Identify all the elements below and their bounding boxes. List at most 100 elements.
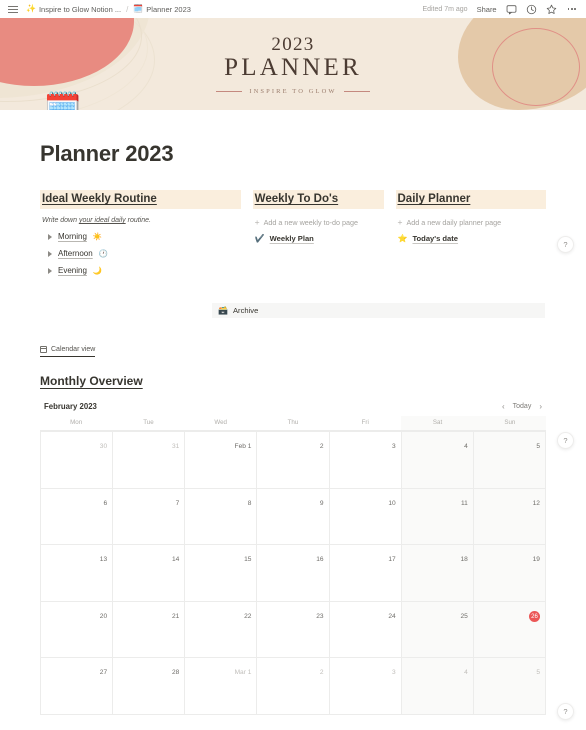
- page-link-label-weekly-plan: Weekly Plan: [269, 234, 314, 243]
- calendar-day-number: 19: [532, 556, 540, 563]
- column-ideal-weekly-routine: Ideal Weekly Routine Write down your ide…: [40, 190, 241, 275]
- help-button[interactable]: ?: [557, 236, 574, 253]
- hamburger-menu-icon[interactable]: [8, 4, 19, 15]
- calendar-day-cell[interactable]: 20: [41, 601, 114, 658]
- chevron-right-icon[interactable]: [48, 233, 52, 240]
- toggle-item-afternoon[interactable]: Afternoon 🕐: [40, 249, 241, 258]
- calendar-day-cell[interactable]: 3: [329, 432, 402, 489]
- calendar-day-cell[interactable]: 15: [185, 545, 258, 602]
- today-button[interactable]: Today: [513, 403, 532, 410]
- calendar-week-row: 27 28 Mar 1 2 3 4 5: [41, 658, 546, 715]
- star-icon[interactable]: [546, 4, 557, 15]
- calendar-day-cell[interactable]: 30: [41, 432, 114, 489]
- plus-icon: +: [254, 217, 260, 228]
- calendar-day-cell[interactable]: 23: [257, 601, 330, 658]
- calendar-day-cell[interactable]: 31: [113, 432, 186, 489]
- help-button[interactable]: ?: [557, 432, 574, 449]
- calendar-day-cell[interactable]: 17: [329, 545, 402, 602]
- chevron-right-icon[interactable]: [48, 267, 52, 274]
- page-emoji-calendar-icon[interactable]: 🗓️: [44, 94, 81, 111]
- routine-subtitle-underlined: your ideal daily: [78, 217, 126, 224]
- calendar-day-cell[interactable]: 11: [401, 488, 474, 545]
- calendar-day-number: 27: [99, 669, 108, 676]
- more-options-icon[interactable]: [566, 6, 578, 12]
- calendar-day-cell[interactable]: 27: [41, 658, 114, 715]
- previous-month-button[interactable]: ‹: [502, 402, 505, 411]
- calendar-day-cell[interactable]: 8: [185, 488, 258, 545]
- calendar-day-cell[interactable]: Mar 1: [185, 658, 258, 715]
- toggle-item-evening[interactable]: Evening 🌙: [40, 266, 241, 275]
- calendar-day-number: 5: [536, 443, 540, 450]
- calendar-day-cell[interactable]: 14: [113, 545, 186, 602]
- share-button[interactable]: Share: [477, 5, 497, 14]
- heading-monthly-overview: Monthly Overview: [40, 374, 143, 388]
- history-icon[interactable]: [526, 4, 537, 15]
- archive-block[interactable]: 🗃️ Archive: [212, 303, 545, 318]
- page-title[interactable]: Planner 2023: [40, 141, 546, 167]
- breadcrumb-item-page[interactable]: 🗓️ Planner 2023: [133, 5, 191, 14]
- calendar-day-number: 20: [99, 612, 108, 620]
- calendar-day-cell[interactable]: 6: [41, 488, 114, 545]
- calendar-day-cell[interactable]: 2: [257, 432, 330, 489]
- heading-daily-planner: Daily Planner: [395, 190, 546, 209]
- page-link-weekly-plan[interactable]: ✔️ Weekly Plan: [253, 234, 384, 243]
- calendar-day-cell[interactable]: 4: [401, 658, 474, 715]
- calendar-day-cell[interactable]: 7: [113, 488, 186, 545]
- file-box-icon: 🗃️: [218, 305, 228, 315]
- next-month-button[interactable]: ›: [539, 402, 542, 411]
- toggle-item-morning[interactable]: Morning ☀️: [40, 232, 241, 241]
- calendar-day-number: Feb 1: [234, 443, 252, 450]
- calendar-day-cell[interactable]: 25: [401, 601, 474, 658]
- calendar-day-cell[interactable]: 21: [113, 601, 186, 658]
- calendar-day-cell[interactable]: 9: [257, 488, 330, 545]
- comment-icon[interactable]: [506, 4, 517, 15]
- calendar-day-number: 2: [319, 669, 324, 676]
- breadcrumb-item-workspace[interactable]: ✨ Inspire to Glow Notion ...: [26, 5, 121, 14]
- calendar-navigation: ‹ Today ›: [502, 402, 542, 411]
- calendar-day-cell[interactable]: 28: [113, 658, 186, 715]
- calendar-day-number: 11: [460, 499, 468, 507]
- calendar-day-number: 17: [388, 556, 396, 563]
- calendar-day-number: 24: [388, 612, 396, 620]
- calendar-day-cell[interactable]: 22: [185, 601, 258, 658]
- day-header-thu: Thu: [287, 419, 299, 426]
- sun-icon: ☀️: [92, 231, 103, 241]
- help-button[interactable]: ?: [557, 703, 574, 720]
- chevron-right-icon[interactable]: [48, 250, 52, 257]
- calendar-day-number: 10: [388, 499, 396, 507]
- calendar-day-cell[interactable]: 3: [329, 658, 402, 715]
- calendar-day-cell[interactable]: 4: [401, 432, 474, 489]
- tab-calendar-view[interactable]: Calendar view: [40, 346, 96, 357]
- calendar-day-number: 14: [171, 556, 180, 563]
- calendar-day-cell[interactable]: 13: [41, 545, 114, 602]
- calendar-day-cell[interactable]: 2: [257, 658, 330, 715]
- calendar-day-cell[interactable]: 16: [257, 545, 330, 602]
- add-daily-planner-page-button[interactable]: + Add a new daily planner page: [396, 218, 547, 227]
- calendar-day-cell[interactable]: Feb 1: [185, 432, 258, 489]
- page-link-todays-date[interactable]: ⭐ Today's date: [396, 234, 547, 243]
- add-weekly-todo-page-button[interactable]: + Add a new weekly to-do page: [253, 218, 384, 227]
- calendar-day-cell[interactable]: 5: [473, 658, 546, 715]
- routine-subtitle-prefix: Write down: [42, 217, 79, 224]
- calendar-day-cell[interactable]: 24: [329, 601, 402, 658]
- calendar-day-cell[interactable]: 18: [401, 545, 474, 602]
- calendar-day-number: 18: [460, 556, 468, 563]
- calendar-week-row: 6 7 8 9 10 11 12: [41, 488, 546, 545]
- calendar-day-number: 21: [171, 612, 180, 620]
- top-bar-actions: Edited 7m ago Share: [422, 4, 578, 15]
- heading-ideal-weekly-routine: Ideal Weekly Routine: [40, 190, 241, 209]
- calendar-day-cell[interactable]: 5: [473, 432, 546, 489]
- toggle-label-afternoon: Afternoon: [58, 249, 93, 258]
- sparkles-icon: ✨: [26, 4, 36, 13]
- calendar-day-cell[interactable]: 19: [473, 545, 546, 602]
- calendar-day-cell[interactable]: 10: [329, 488, 402, 545]
- database-view-tabs: Calendar view: [40, 340, 546, 358]
- calendar-week-row: 30 31 Feb 1 2 3 4 5: [41, 432, 546, 489]
- calendar-day-cell[interactable]: 12: [473, 488, 546, 545]
- day-header-sat: Sat: [401, 416, 474, 430]
- banner-word: PLANNER: [224, 53, 362, 81]
- calendar-day-cell[interactable]: 26: [473, 601, 546, 658]
- banner-year: 2023: [271, 34, 315, 55]
- calendar-week-row: 13 14 15 16 17 18 19: [41, 545, 546, 602]
- calendar-view-icon: [40, 346, 47, 353]
